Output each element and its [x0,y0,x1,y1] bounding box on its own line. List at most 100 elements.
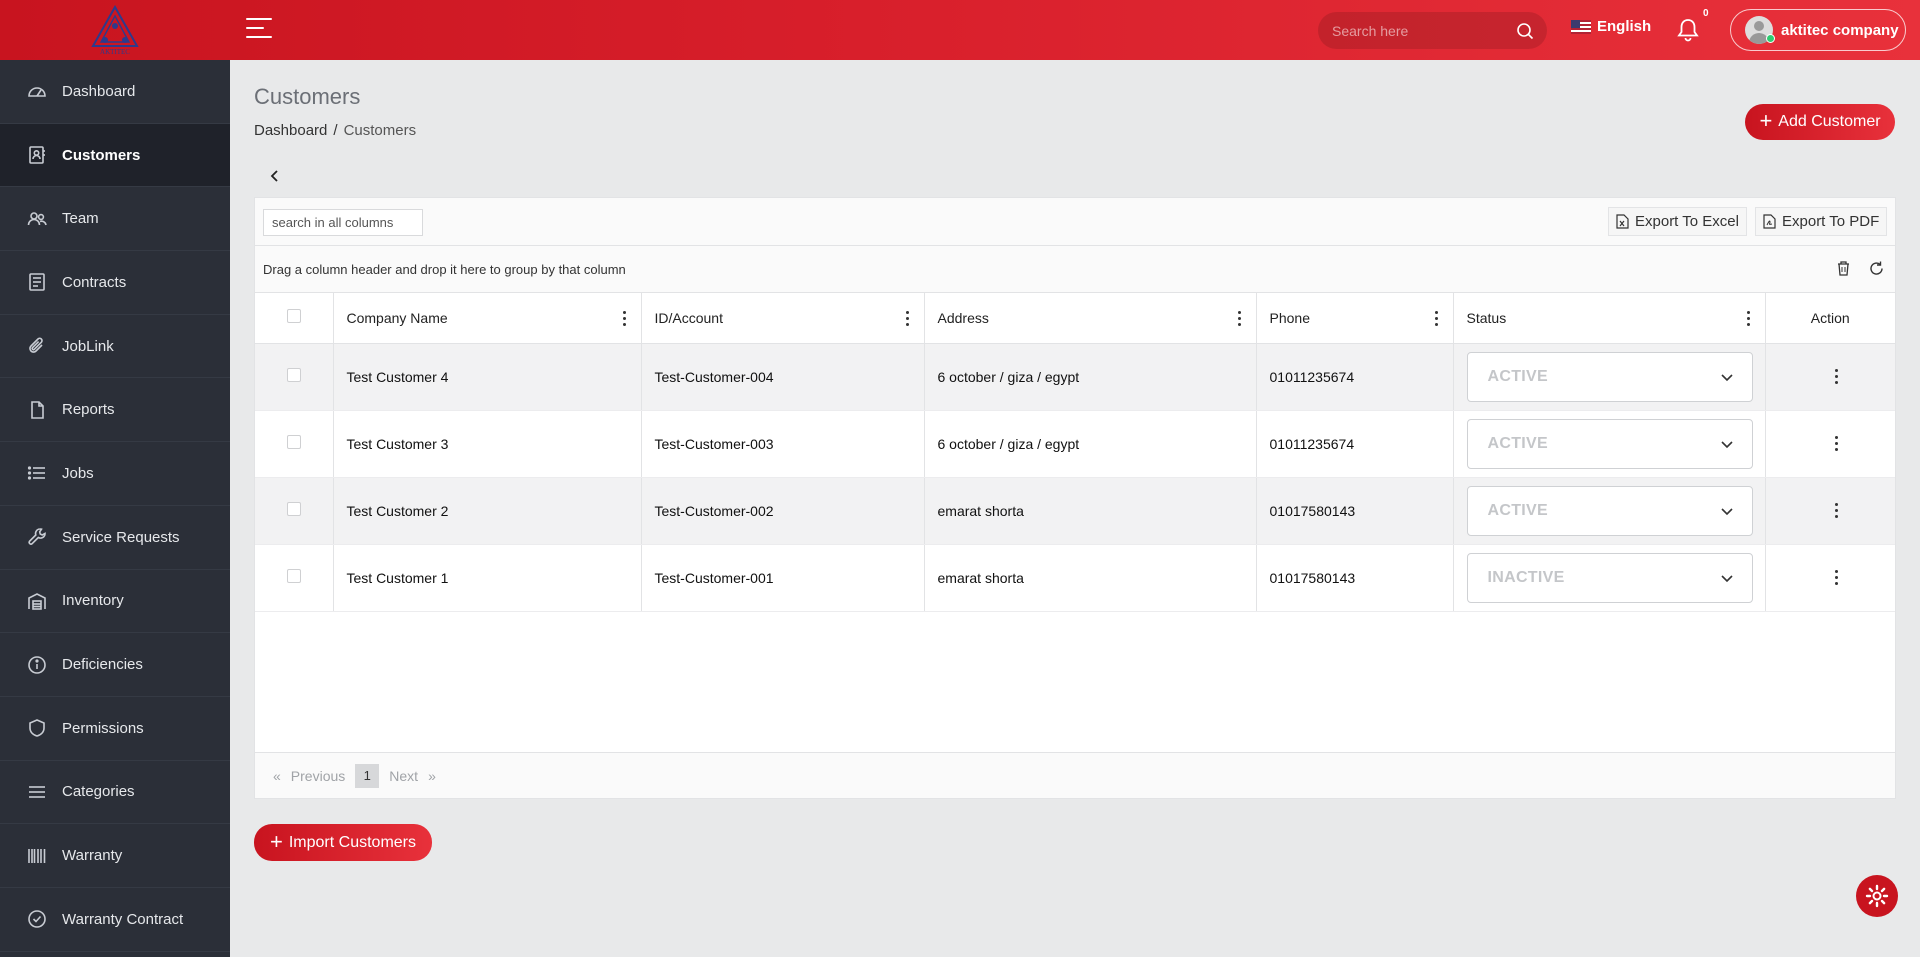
trash-icon[interactable] [1835,260,1852,277]
row-checkbox[interactable] [286,502,301,516]
customers-grid: Export To Excel Export To PDF Drag a col… [254,197,1896,799]
select-all-checkbox[interactable] [286,309,301,324]
settings-fab-button[interactable] [1856,875,1898,917]
row-select-cell [255,343,334,411]
sidebar-item-joblink[interactable]: JobLink [0,315,230,379]
row-actions-menu-icon[interactable] [1834,368,1839,385]
first-page-link[interactable]: « [273,768,281,784]
action-cell [1765,544,1895,612]
hamburger-menu-icon[interactable] [246,18,272,42]
column-menu-icon[interactable] [1434,311,1439,327]
sidebar-item-permissions[interactable]: Permissions [0,697,230,761]
column-header-id-account[interactable]: ID/Account [641,293,925,344]
bell-icon[interactable] [1676,17,1700,43]
id-account-cell: Test-Customer-003 [641,410,925,478]
sidebar-item-inventory[interactable]: Inventory [0,570,230,634]
sidebar-item-deficiencies[interactable]: Deficiencies [0,633,230,697]
column-menu-icon[interactable] [905,311,910,327]
status-dropdown[interactable]: ACTIVE [1466,485,1753,536]
column-menu-icon[interactable] [1746,311,1751,327]
select-all-header [255,293,334,344]
row-checkbox[interactable] [286,435,301,449]
status-value: ACTIVE [1487,501,1548,519]
status-value: INACTIVE [1487,568,1565,586]
group-actions [1835,260,1885,277]
language-selector[interactable]: English [1571,18,1651,35]
row-actions-menu-icon[interactable] [1834,569,1839,586]
row-actions-menu-icon[interactable] [1834,435,1839,452]
action-cell [1765,410,1895,478]
column-header-label: Phone [1269,309,1310,326]
column-header-address[interactable]: Address [924,293,1257,344]
plus-icon: + [1759,108,1773,133]
last-page-link[interactable]: » [428,768,436,784]
breadcrumb-separator: / [333,122,338,139]
chevron-down-icon [1720,373,1733,381]
column-menu-icon[interactable] [622,311,627,327]
page-number-button[interactable]: 1 [355,763,380,788]
user-menu-button[interactable]: aktitec company [1730,9,1906,51]
import-customers-label: Import Customers [288,833,416,851]
sidebar-item-contracts[interactable]: Contracts [0,251,230,315]
sidebar-item-reports[interactable]: Reports [0,378,230,443]
status-dropdown[interactable]: ACTIVE [1466,351,1753,402]
column-header-phone[interactable]: Phone [1256,293,1454,344]
export-excel-button[interactable]: Export To Excel [1608,207,1747,236]
column-header-status[interactable]: Status [1453,293,1766,344]
search-icon[interactable] [1516,22,1534,40]
refresh-icon[interactable] [1868,260,1885,277]
row-checkbox[interactable] [286,368,301,382]
table-row[interactable]: Test Customer 1 Test-Customer-001 emarat… [255,544,1895,612]
status-cell: ACTIVE [1453,343,1766,411]
import-customers-button[interactable]: + Import Customers [254,824,432,861]
sidebar-item-categories[interactable]: Categories [0,761,230,825]
customers-table: Company Name ID/Account Address Phone St… [255,293,1895,612]
sidebar-item-label: JobLink [62,337,114,355]
gear-icon [1865,884,1889,908]
warehouse-icon [26,590,48,612]
phone-cell: 01017580143 [1256,544,1454,612]
sidebar-item-label: Jobs [62,464,94,482]
add-customer-button[interactable]: + Add Customer [1745,104,1895,140]
previous-page-link[interactable]: Previous [291,768,345,784]
column-header-company-name[interactable]: Company Name [333,293,642,344]
sidebar-item-dashboard[interactable]: Dashboard [0,60,230,124]
sidebar-item-service-requests[interactable]: Service Requests [0,506,230,570]
sidebar-item-customers[interactable]: Customers [0,123,230,188]
status-dropdown[interactable]: INACTIVE [1466,552,1753,603]
export-pdf-button[interactable]: Export To PDF [1755,207,1888,236]
next-page-link[interactable]: Next [389,768,418,784]
table-row[interactable]: Test Customer 4 Test-Customer-004 6 octo… [255,343,1895,411]
global-search-input[interactable] [1332,22,1502,39]
row-actions-menu-icon[interactable] [1834,502,1839,519]
chevron-left-icon[interactable] [268,167,282,185]
sidebar-item-label: Contracts [62,273,127,291]
company-name-cell: Test Customer 3 [333,410,642,478]
group-by-panel[interactable]: Drag a column header and drop it here to… [255,246,1895,293]
sidebar-item-label: Inventory [62,592,124,610]
users-icon [26,208,48,230]
column-menu-icon[interactable] [1237,311,1242,327]
status-cell: ACTIVE [1453,477,1766,545]
sidebar-item-label: Reports [62,401,115,419]
sidebar-item-warranty[interactable]: Warranty [0,824,230,888]
status-cell: INACTIVE [1453,544,1766,612]
address-cell: 6 october / giza / egypt [924,343,1257,411]
table-row[interactable]: Test Customer 3 Test-Customer-003 6 octo… [255,410,1895,478]
breadcrumb-home-link[interactable]: Dashboard [254,122,327,139]
sidebar-item-warranty-contract[interactable]: Warranty Contract [0,888,230,952]
user-name: aktitec company [1781,21,1899,39]
column-search-input[interactable] [263,209,423,236]
row-checkbox[interactable] [286,569,301,583]
sidebar-item-team[interactable]: Team [0,187,230,252]
logo[interactable]: AKTITEC [0,0,230,60]
company-name-cell: Test Customer 2 [333,477,642,545]
column-header-label: Company Name [346,309,448,326]
status-dropdown[interactable]: ACTIVE [1466,418,1753,469]
global-search [1318,12,1547,49]
wrench-icon [26,526,48,548]
table-row[interactable]: Test Customer 2 Test-Customer-002 emarat… [255,477,1895,545]
sidebar-item-jobs[interactable]: Jobs [0,442,230,506]
phone-cell: 01017580143 [1256,477,1454,545]
chevron-down-icon [1720,440,1733,448]
